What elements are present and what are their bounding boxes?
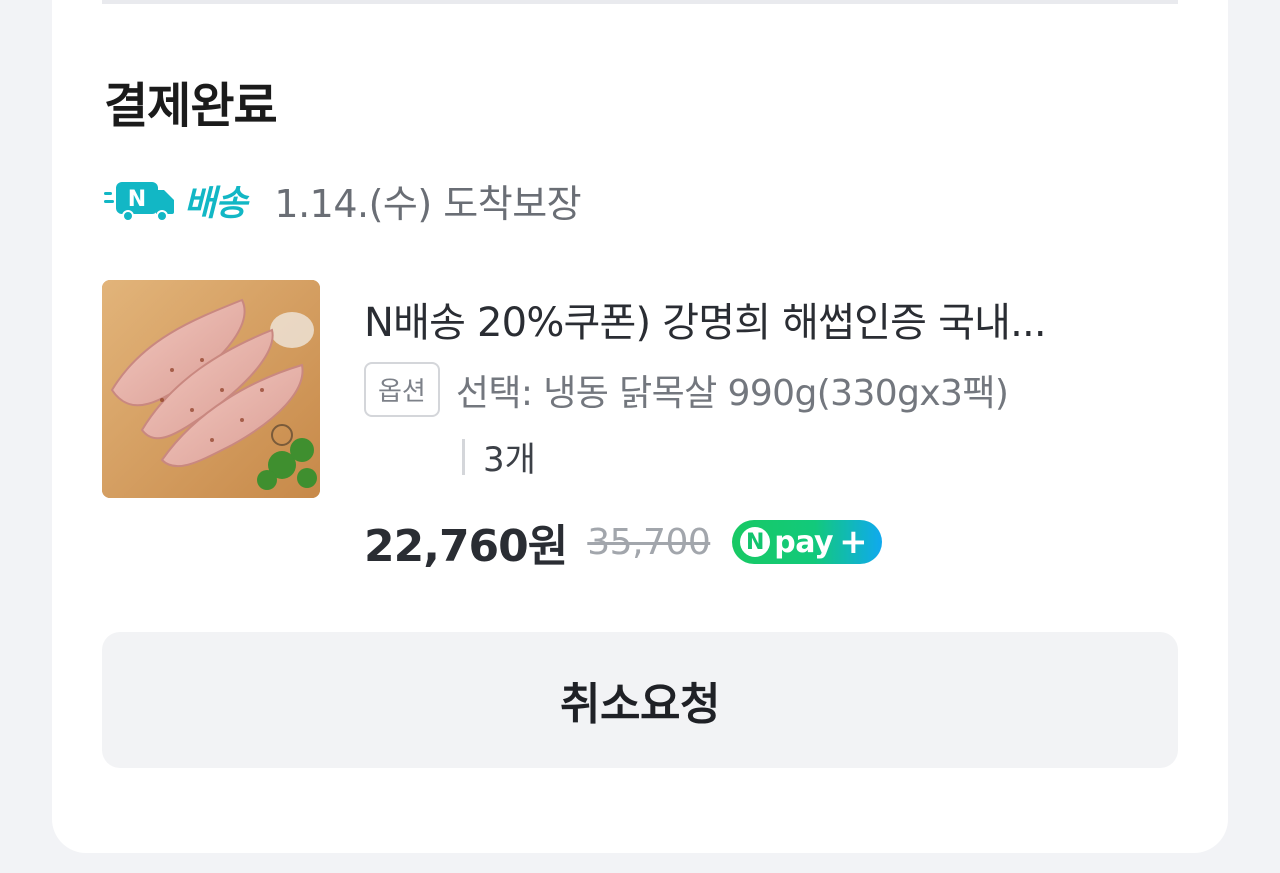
order-status-title: 결제완료 (104, 78, 278, 134)
npay-n-icon: N (740, 527, 771, 557)
section-divider (102, 0, 1178, 4)
option-tag: 옵션 (364, 362, 440, 417)
quantity-row: 3개 (462, 432, 536, 481)
cancel-request-button[interactable]: 취소요청 (102, 632, 1178, 768)
npay-label: pay (774, 524, 834, 560)
product-option: 옵션 선택: 냉동 닭목살 990g(330gx3팩) (364, 362, 1009, 417)
delivery-badge-label: 배송 (184, 183, 247, 224)
price-row: 22,760원 35,700 N pay + (364, 510, 883, 574)
arrival-guarantee-text: 1.14.(수) 도착보장 (274, 181, 582, 226)
quantity-text: 3개 (483, 440, 536, 480)
original-price: 35,700 (587, 521, 711, 563)
product-image (102, 280, 320, 498)
sale-price: 22,760원 (364, 521, 568, 572)
npay-plus-badge: N pay + (732, 520, 883, 564)
product-thumbnail[interactable] (102, 280, 320, 498)
quantity-divider (462, 438, 465, 475)
delivery-info: N 배송 1.14.(수) 도착보장 (104, 172, 582, 228)
option-text: 선택: 냉동 닭목살 990g(330gx3팩) (455, 372, 1009, 414)
badge-letter: N (128, 187, 146, 212)
delivery-truck-icon: N (104, 182, 174, 222)
n-delivery-badge: N 배송 (104, 172, 247, 228)
product-name[interactable]: N배송 20%쿠폰) 강명희 해썹인증 국내... (364, 290, 1184, 348)
plus-icon: + (839, 522, 868, 562)
